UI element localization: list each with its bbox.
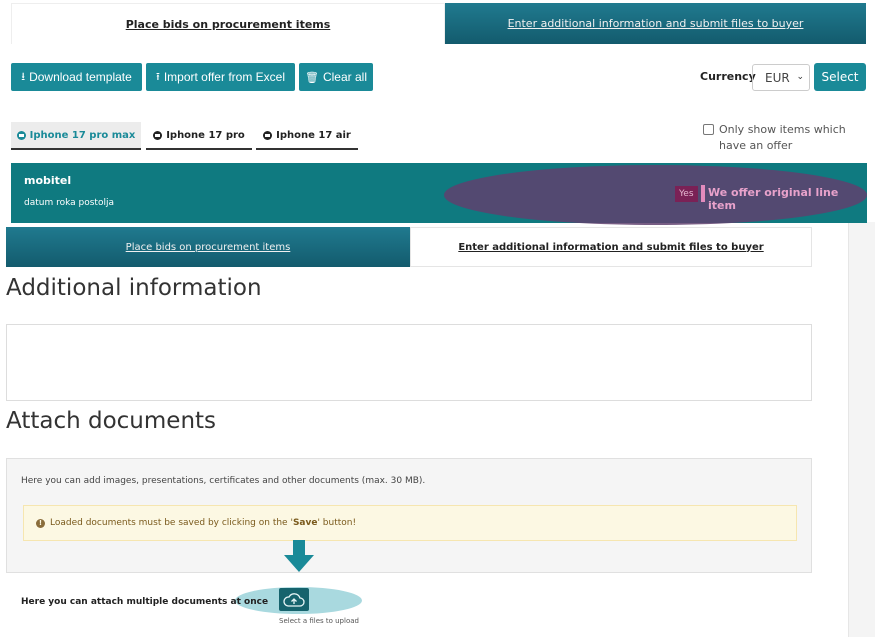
warning-text: Loaded documents must be saved by clicki… — [50, 518, 357, 528]
select-currency-button[interactable]: Select — [814, 63, 866, 91]
import-offer-label: Import offer from Excel — [163, 70, 285, 84]
upload-icon: ⭱ — [155, 70, 160, 83]
product-tab-iphone-17-pro-max[interactable]: Iphone 17 pro max — [11, 122, 141, 150]
import-offer-button[interactable]: ⭱ Import offer from Excel — [146, 63, 295, 91]
product-tab-label: Iphone 17 air — [276, 129, 351, 141]
tab-additional-info[interactable]: Enter additional information and submit … — [445, 3, 866, 44]
offer-toggle-yes[interactable]: Yes — [675, 186, 698, 202]
chevron-down-icon: ⌄ — [796, 72, 804, 82]
clear-all-label: Clear all — [322, 70, 367, 84]
attach-documents-panel: Here you can add images, presentations, … — [6, 458, 812, 573]
product-tab-iphone-17-pro[interactable]: Iphone 17 pro — [146, 122, 252, 150]
save-warning: ! Loaded documents must be saved by clic… — [23, 505, 797, 541]
item-name: mobitel — [24, 174, 72, 187]
product-tab-iphone-17-air[interactable]: Iphone 17 air — [256, 122, 358, 150]
trash-icon: 🗑 — [305, 71, 319, 84]
download-icon: ⭳ — [21, 70, 26, 83]
currency-label: Currency — [700, 70, 756, 83]
tab-place-bids[interactable]: Place bids on procurement items — [11, 3, 445, 44]
exclamation-icon: ! — [36, 518, 45, 528]
clear-all-button[interactable]: 🗑 Clear all — [299, 63, 373, 91]
item-description: datum roka postolja — [24, 198, 114, 208]
right-scroll-strip — [848, 222, 875, 637]
cloud-upload-icon — [283, 592, 305, 607]
tab-additional-info-secondary[interactable]: Enter additional information and submit … — [410, 227, 812, 267]
upload-caption: Select a files to upload — [279, 617, 359, 625]
currency-select[interactable]: EUR ⌄ — [752, 64, 810, 91]
item-info-bar: mobitel datum roka postolja Yes We offer… — [11, 163, 867, 225]
offer-toggle-handle[interactable] — [701, 185, 705, 202]
download-template-label: Download template — [29, 70, 132, 84]
circle-arrow-icon — [16, 130, 26, 140]
attach-multiple-label: Here you can attach multiple documents a… — [21, 597, 269, 607]
currency-value: EUR — [765, 70, 790, 85]
product-tab-label: Iphone 17 pro max — [29, 129, 136, 141]
download-template-button[interactable]: ⭳ Download template — [11, 63, 142, 91]
tab-place-bids-secondary[interactable]: Place bids on procurement items — [6, 227, 410, 267]
circle-arrow-icon — [263, 130, 273, 140]
attach-info-text: Here you can add images, presentations, … — [21, 476, 426, 486]
arrow-down-icon — [284, 540, 314, 572]
only-show-filter[interactable]: Only show items which have an offer — [703, 122, 868, 154]
additional-info-textarea[interactable] — [6, 324, 812, 401]
second-tab-bar: Place bids on procurement items Enter ad… — [6, 227, 812, 267]
additional-info-heading: Additional information — [6, 275, 262, 301]
only-show-label: Only show items which have an offer — [719, 123, 846, 152]
offer-original-label: We offer original line item — [708, 186, 839, 212]
upload-files-button[interactable] — [279, 588, 309, 611]
attach-documents-heading: Attach documents — [6, 408, 217, 434]
only-show-checkbox[interactable] — [703, 124, 714, 135]
top-tab-bar: Place bids on procurement items Enter ad… — [11, 3, 866, 44]
circle-arrow-icon — [153, 130, 163, 140]
product-tab-label: Iphone 17 pro — [166, 129, 245, 141]
